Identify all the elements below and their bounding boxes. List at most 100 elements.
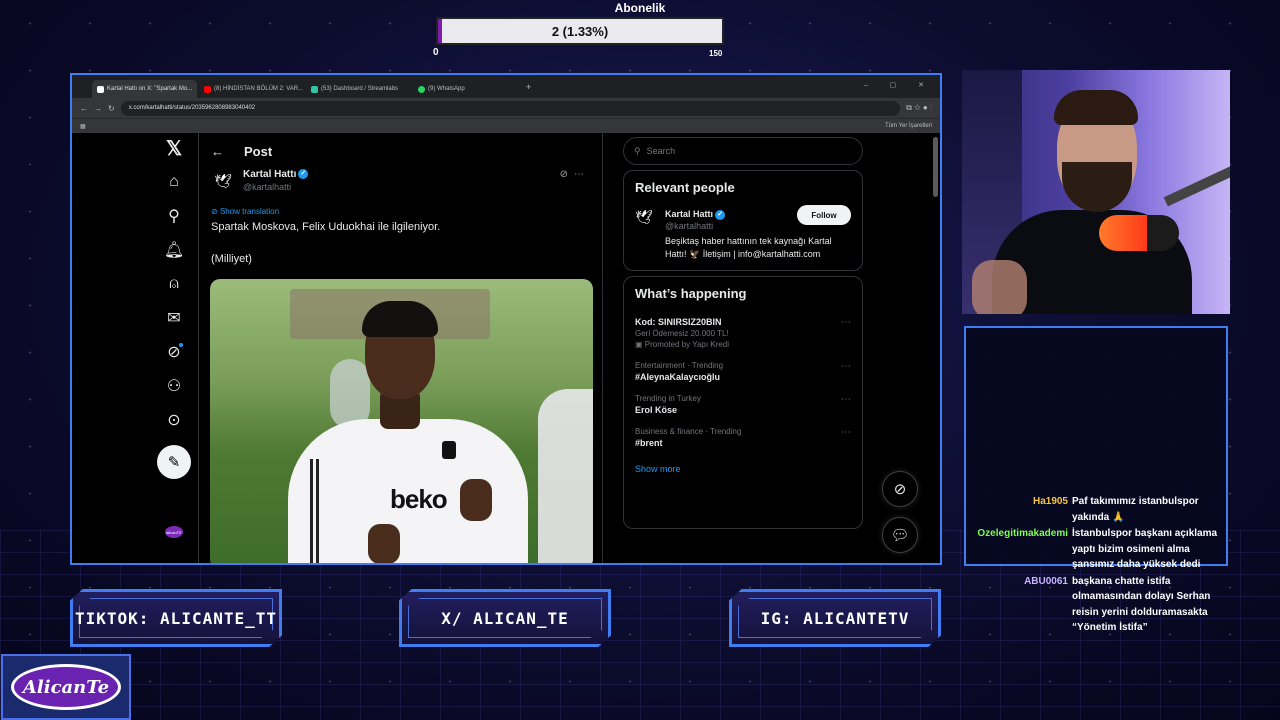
search-input[interactable]: ⚲ Search xyxy=(623,137,863,165)
x-label: X/ ALICAN_TE xyxy=(441,608,569,628)
bookmarks-bar: ▦ Tüm Yer İşaretleri xyxy=(72,118,940,133)
tab-youtube[interactable]: (8) HİNDİSTAN BÖLÜM 2: VAR... xyxy=(199,80,304,98)
show-more-link[interactable]: Show more xyxy=(635,464,851,474)
translate-icon: ⊘ xyxy=(211,207,220,216)
sub-goal-min: 0 xyxy=(433,47,439,58)
trend-more-icon[interactable]: ⋯ xyxy=(841,361,851,372)
x-page: 𝕏 ⌂ ⚲ 🔔︎ ⍝ ✉ ⊘ ⚇ ⊙ ✎ alicanTE ← Post 🕊︎ … xyxy=(72,133,940,563)
trend-more-icon[interactable]: ⋯ xyxy=(841,427,851,438)
grok-icon[interactable]: ⊘ xyxy=(159,337,189,367)
photo-crest xyxy=(442,441,456,459)
apps-icon[interactable]: ▦ xyxy=(80,123,86,130)
tab-streamlabs[interactable]: (53) Dashboard / Streamlabs xyxy=(306,80,411,98)
window-controls[interactable]: – ▢ ✕ xyxy=(864,81,934,89)
follow-button[interactable]: Follow xyxy=(797,205,851,225)
x-logo-icon[interactable]: 𝕏 xyxy=(159,133,189,163)
webcam-streamer-beard xyxy=(1062,162,1132,212)
sub-goal-max: 150 xyxy=(709,49,723,58)
trend-item[interactable]: Kod: SINIRSIZ20BIN Geri Ödemesiz 20.000 … xyxy=(635,317,851,349)
trend-item[interactable]: Business & finance · Trending #brent ⋯ xyxy=(635,427,851,448)
avatar[interactable]: alicanTE xyxy=(165,526,183,538)
grok-post-icon[interactable]: ⊘ xyxy=(560,169,574,180)
scrollbar[interactable] xyxy=(933,137,938,197)
home-icon[interactable]: ⌂ xyxy=(159,167,189,197)
tab-label: (53) Dashboard / Streamlabs xyxy=(321,86,399,92)
compose-icon[interactable]: ✎ xyxy=(157,445,191,479)
eagle-logo-icon: 🕊︎ xyxy=(635,209,653,225)
chat-text: Paf takımımız istanbulspor yakında 🙏 xyxy=(1072,496,1199,523)
photo-hand xyxy=(368,524,400,563)
url-field[interactable]: x.com/kartalhatti/status/203596280898304… xyxy=(120,100,901,116)
trend-meta: Entertainment · Trending xyxy=(635,360,724,370)
trend-item[interactable]: Entertainment · Trending #AleynaKalaycıo… xyxy=(635,361,851,382)
whats-happening-title: What’s happening xyxy=(635,285,747,301)
trend-item[interactable]: Trending in Turkey Erol Köse ⋯ xyxy=(635,394,851,415)
promoted-row: ▣ Promoted by Yapı Kredi xyxy=(635,340,851,349)
photo-teammate xyxy=(538,389,593,563)
webcam-streamer-hand xyxy=(972,260,1027,314)
youtube-favicon-icon xyxy=(204,85,211,93)
sub-goal-value: 2 (1.33%) xyxy=(551,24,609,39)
channel-logo: AlicanTe xyxy=(1,654,131,720)
author-handle[interactable]: @kartalhatti xyxy=(243,182,308,192)
relevant-person[interactable]: 🕊︎ Kartal Hattı ✓ @kartalhatti Follow xyxy=(635,205,851,231)
streamlabs-favicon-icon xyxy=(311,85,318,93)
post-header: ← Post xyxy=(199,133,602,169)
tab-kartal[interactable]: Kartal Hattı on X: "Spartak Mo... xyxy=(92,80,197,98)
more-icon[interactable]: ⊙ xyxy=(159,405,189,435)
webcam-microphone xyxy=(1099,215,1179,251)
promoted-icon: ▣ xyxy=(635,339,645,349)
trend-more-icon[interactable]: ⋯ xyxy=(841,394,851,405)
instagram-label: IG: ALICANTETV xyxy=(760,608,910,628)
back-nav-icon[interactable]: ← xyxy=(80,104,88,113)
post-photo[interactable]: beko xyxy=(210,279,593,563)
trend-more-icon[interactable]: ⋯ xyxy=(841,317,851,328)
trend-title: Erol Köse xyxy=(635,404,678,415)
follow-icon[interactable]: ⍝ xyxy=(159,269,189,299)
trend-meta: Trending in Turkey xyxy=(635,393,701,403)
eagle-logo-icon[interactable]: 🕊︎ xyxy=(211,169,235,193)
trend-meta: Business & finance · Trending xyxy=(635,426,742,436)
all-bookmarks-link[interactable]: Tüm Yer İşaretleri xyxy=(885,123,932,129)
chat-text: başkana chatte istifa olmamasından dolay… xyxy=(1072,575,1211,634)
promoted-label: Promoted by Yapı Kredi xyxy=(644,339,729,349)
search-icon[interactable]: ⚲ xyxy=(159,201,189,231)
trend-title: Kod: SINIRSIZ20BIN xyxy=(635,316,722,327)
webcam-mic-arm xyxy=(1163,163,1230,207)
whatsapp-favicon-icon xyxy=(418,85,425,93)
reload-icon[interactable]: ↻ xyxy=(108,104,115,113)
author-name-row[interactable]: Kartal Hattı ✓ xyxy=(243,169,309,180)
person-bio: Beşiktaş haber hattının tek kaynağı Kart… xyxy=(665,235,832,259)
tiktok-banner: TIKTOK: ALICANTE_TT xyxy=(70,589,282,647)
author-name: Kartal Hattı xyxy=(243,169,297,180)
url-text: x.com/kartalhatti/status/203596280898304… xyxy=(128,105,256,111)
grok-fab-icon[interactable]: ⊘ xyxy=(882,471,918,507)
post-more-icon[interactable]: ⋯ xyxy=(574,169,590,180)
chat-message: Ozelegitimakademi İstanbulspor başkanı aç… xyxy=(964,526,1228,573)
extensions-icon[interactable]: ⧉ ☆ ● ⋮ xyxy=(906,103,932,113)
tab-label: Kartal Hattı on X: "Spartak Mo... xyxy=(107,86,193,92)
profile-icon[interactable]: ⚇ xyxy=(159,371,189,401)
instagram-banner: IG: ALICANTETV xyxy=(729,589,941,647)
x-sidebar-nav: 𝕏 ⌂ ⚲ 🔔︎ ⍝ ✉ ⊘ ⚇ ⊙ ✎ alicanTE xyxy=(150,133,198,563)
chat-messages: Ha1905 Paf takımımız istanbulspor yakında… xyxy=(964,494,1228,637)
messages-icon[interactable]: ✉ xyxy=(159,303,189,333)
tab-bar: Kartal Hattı on X: "Spartak Mo... (8) Hİ… xyxy=(72,75,940,98)
unread-dot xyxy=(179,343,183,347)
webcam-feed xyxy=(962,70,1230,314)
photo-stripe xyxy=(310,459,313,563)
photo-player-hair xyxy=(362,301,438,337)
verified-badge-icon: ✓ xyxy=(298,169,309,180)
back-arrow-icon[interactable]: ← xyxy=(211,144,224,159)
messages-fab-icon[interactable]: 💬︎ xyxy=(882,517,918,553)
new-tab-button[interactable]: + xyxy=(520,82,537,92)
tweet-text: Spartak Moskova, Felix Uduokhai ile ilgi… xyxy=(211,221,441,265)
post-column: ← Post 🕊︎ Kartal Hattı ✓ @kartalhatti ⊘⋯ … xyxy=(198,133,603,563)
whats-happening-card: What’s happening Kod: SINIRSIZ20BIN Geri… xyxy=(623,275,863,529)
forward-nav-icon[interactable]: → xyxy=(94,104,102,113)
show-translation-link[interactable]: ⊘ Show translation xyxy=(199,193,602,216)
tab-whatsapp[interactable]: (9) WhatsApp xyxy=(413,80,518,98)
photo-hand xyxy=(460,479,492,521)
chat-message: ABU0061 başkana chatte istifa olmamasında… xyxy=(964,574,1228,636)
notifications-icon[interactable]: 🔔︎ xyxy=(159,235,189,265)
